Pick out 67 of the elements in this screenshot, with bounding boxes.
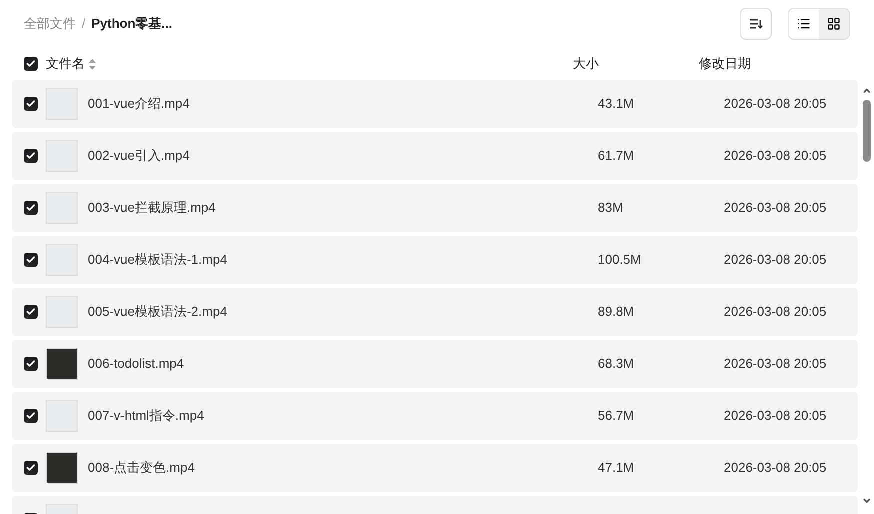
checkmark-icon (26, 307, 36, 317)
checkmark-icon (26, 151, 36, 161)
breadcrumb-separator: / (82, 15, 86, 34)
modified-date: 2026-03-08 20:05 (724, 199, 827, 218)
video-thumbnail (46, 452, 78, 484)
modified-date: 2026-03-08 20:05 (724, 355, 827, 374)
file-name[interactable]: 002-vue引入.mp4 (88, 146, 598, 166)
modified-date: 2026-03-08 20:05 (724, 251, 827, 270)
file-size: 89.8M (598, 303, 636, 322)
file-row[interactable]: 002-vue引入.mp4 61.7M 2026-03-08 20:05 (12, 132, 858, 180)
file-row[interactable]: 006-todolist.mp4 68.3M 2026-03-08 20:05 (12, 340, 858, 388)
sort-button[interactable] (740, 8, 772, 40)
checkmark-icon (26, 99, 36, 109)
file-size: 100.5M (598, 251, 642, 270)
breadcrumb-link[interactable]: 全部文件 (24, 14, 76, 34)
sort-icon (749, 17, 763, 31)
file-row[interactable]: 004-vue模板语法-1.mp4 100.5M 2026-03-08 20:05 (12, 236, 858, 284)
file-size: 56.7M (598, 407, 636, 426)
file-row[interactable]: 005-vue模板语法-2.mp4 89.8M 2026-03-08 20:05 (12, 288, 858, 336)
file-size: 43.1M (598, 95, 636, 114)
column-header[interactable]: 修改日期 (699, 54, 751, 74)
file-row[interactable]: 003-vue拦截原理.mp4 83M 2026-03-08 20:05 (12, 184, 858, 232)
file-name[interactable]: 001-vue介绍.mp4 (88, 94, 598, 114)
checkbox[interactable] (24, 305, 38, 319)
file-size: 47.1M (598, 459, 636, 478)
list-icon (797, 17, 811, 31)
file-size: 61.7M (598, 147, 636, 166)
checkbox[interactable] (24, 409, 38, 423)
modified-date: 2026-03-08 20:05 (724, 407, 827, 426)
scrollbar-thumb[interactable] (863, 100, 871, 162)
column-header[interactable]: 大小 (573, 54, 699, 74)
checkbox[interactable] (24, 461, 38, 475)
file-row[interactable]: 001-vue介绍.mp4 43.1M 2026-03-08 20:05 (12, 80, 858, 128)
file-name[interactable]: 007-v-html指令.mp4 (88, 406, 598, 426)
breadcrumb-current[interactable]: Python零基... (92, 14, 173, 34)
file-name[interactable]: 004-vue模板语法-1.mp4 (88, 250, 598, 270)
scroll-up-icon[interactable] (862, 86, 872, 96)
checkbox[interactable] (24, 57, 38, 71)
modified-date: 2026-03-08 20:05 (724, 95, 827, 114)
file-row[interactable]: 008-点击变色.mp4 47.1M 2026-03-08 20:05 (12, 444, 858, 492)
checkbox[interactable] (24, 357, 38, 371)
column-header[interactable]: 文件名 (46, 54, 85, 74)
modified-date: 2026-03-08 20:05 (724, 303, 827, 322)
checkbox[interactable] (24, 97, 38, 111)
checkbox[interactable] (24, 201, 38, 215)
checkmark-icon (26, 59, 36, 69)
grid-icon (827, 17, 841, 31)
file-row[interactable]: 007-v-html指令.mp4 56.7M 2026-03-08 20:05 (12, 392, 858, 440)
file-name[interactable]: 005-vue模板语法-2.mp4 (88, 302, 598, 322)
video-thumbnail (46, 348, 78, 380)
file-size: 68.3M (598, 355, 636, 374)
checkmark-icon (26, 359, 36, 369)
file-name[interactable]: 003-vue拦截原理.mp4 (88, 198, 598, 218)
checkbox[interactable] (24, 253, 38, 267)
file-size: 83M (598, 199, 624, 218)
checkmark-icon (26, 411, 36, 421)
checkmark-icon (26, 255, 36, 265)
checkbox[interactable] (24, 149, 38, 163)
modified-date: 2026-03-08 20:05 (724, 459, 827, 478)
modified-date: 2026-03-08 20:05 (724, 147, 827, 166)
grid-view-button[interactable] (819, 9, 849, 39)
sort-arrows-icon[interactable] (89, 58, 96, 70)
checkmark-icon (26, 463, 36, 473)
scroll-down-icon[interactable] (862, 496, 872, 506)
file-name[interactable]: 006-todolist.mp4 (88, 354, 598, 374)
checkmark-icon (26, 203, 36, 213)
file-name[interactable]: 008-点击变色.mp4 (88, 458, 598, 478)
